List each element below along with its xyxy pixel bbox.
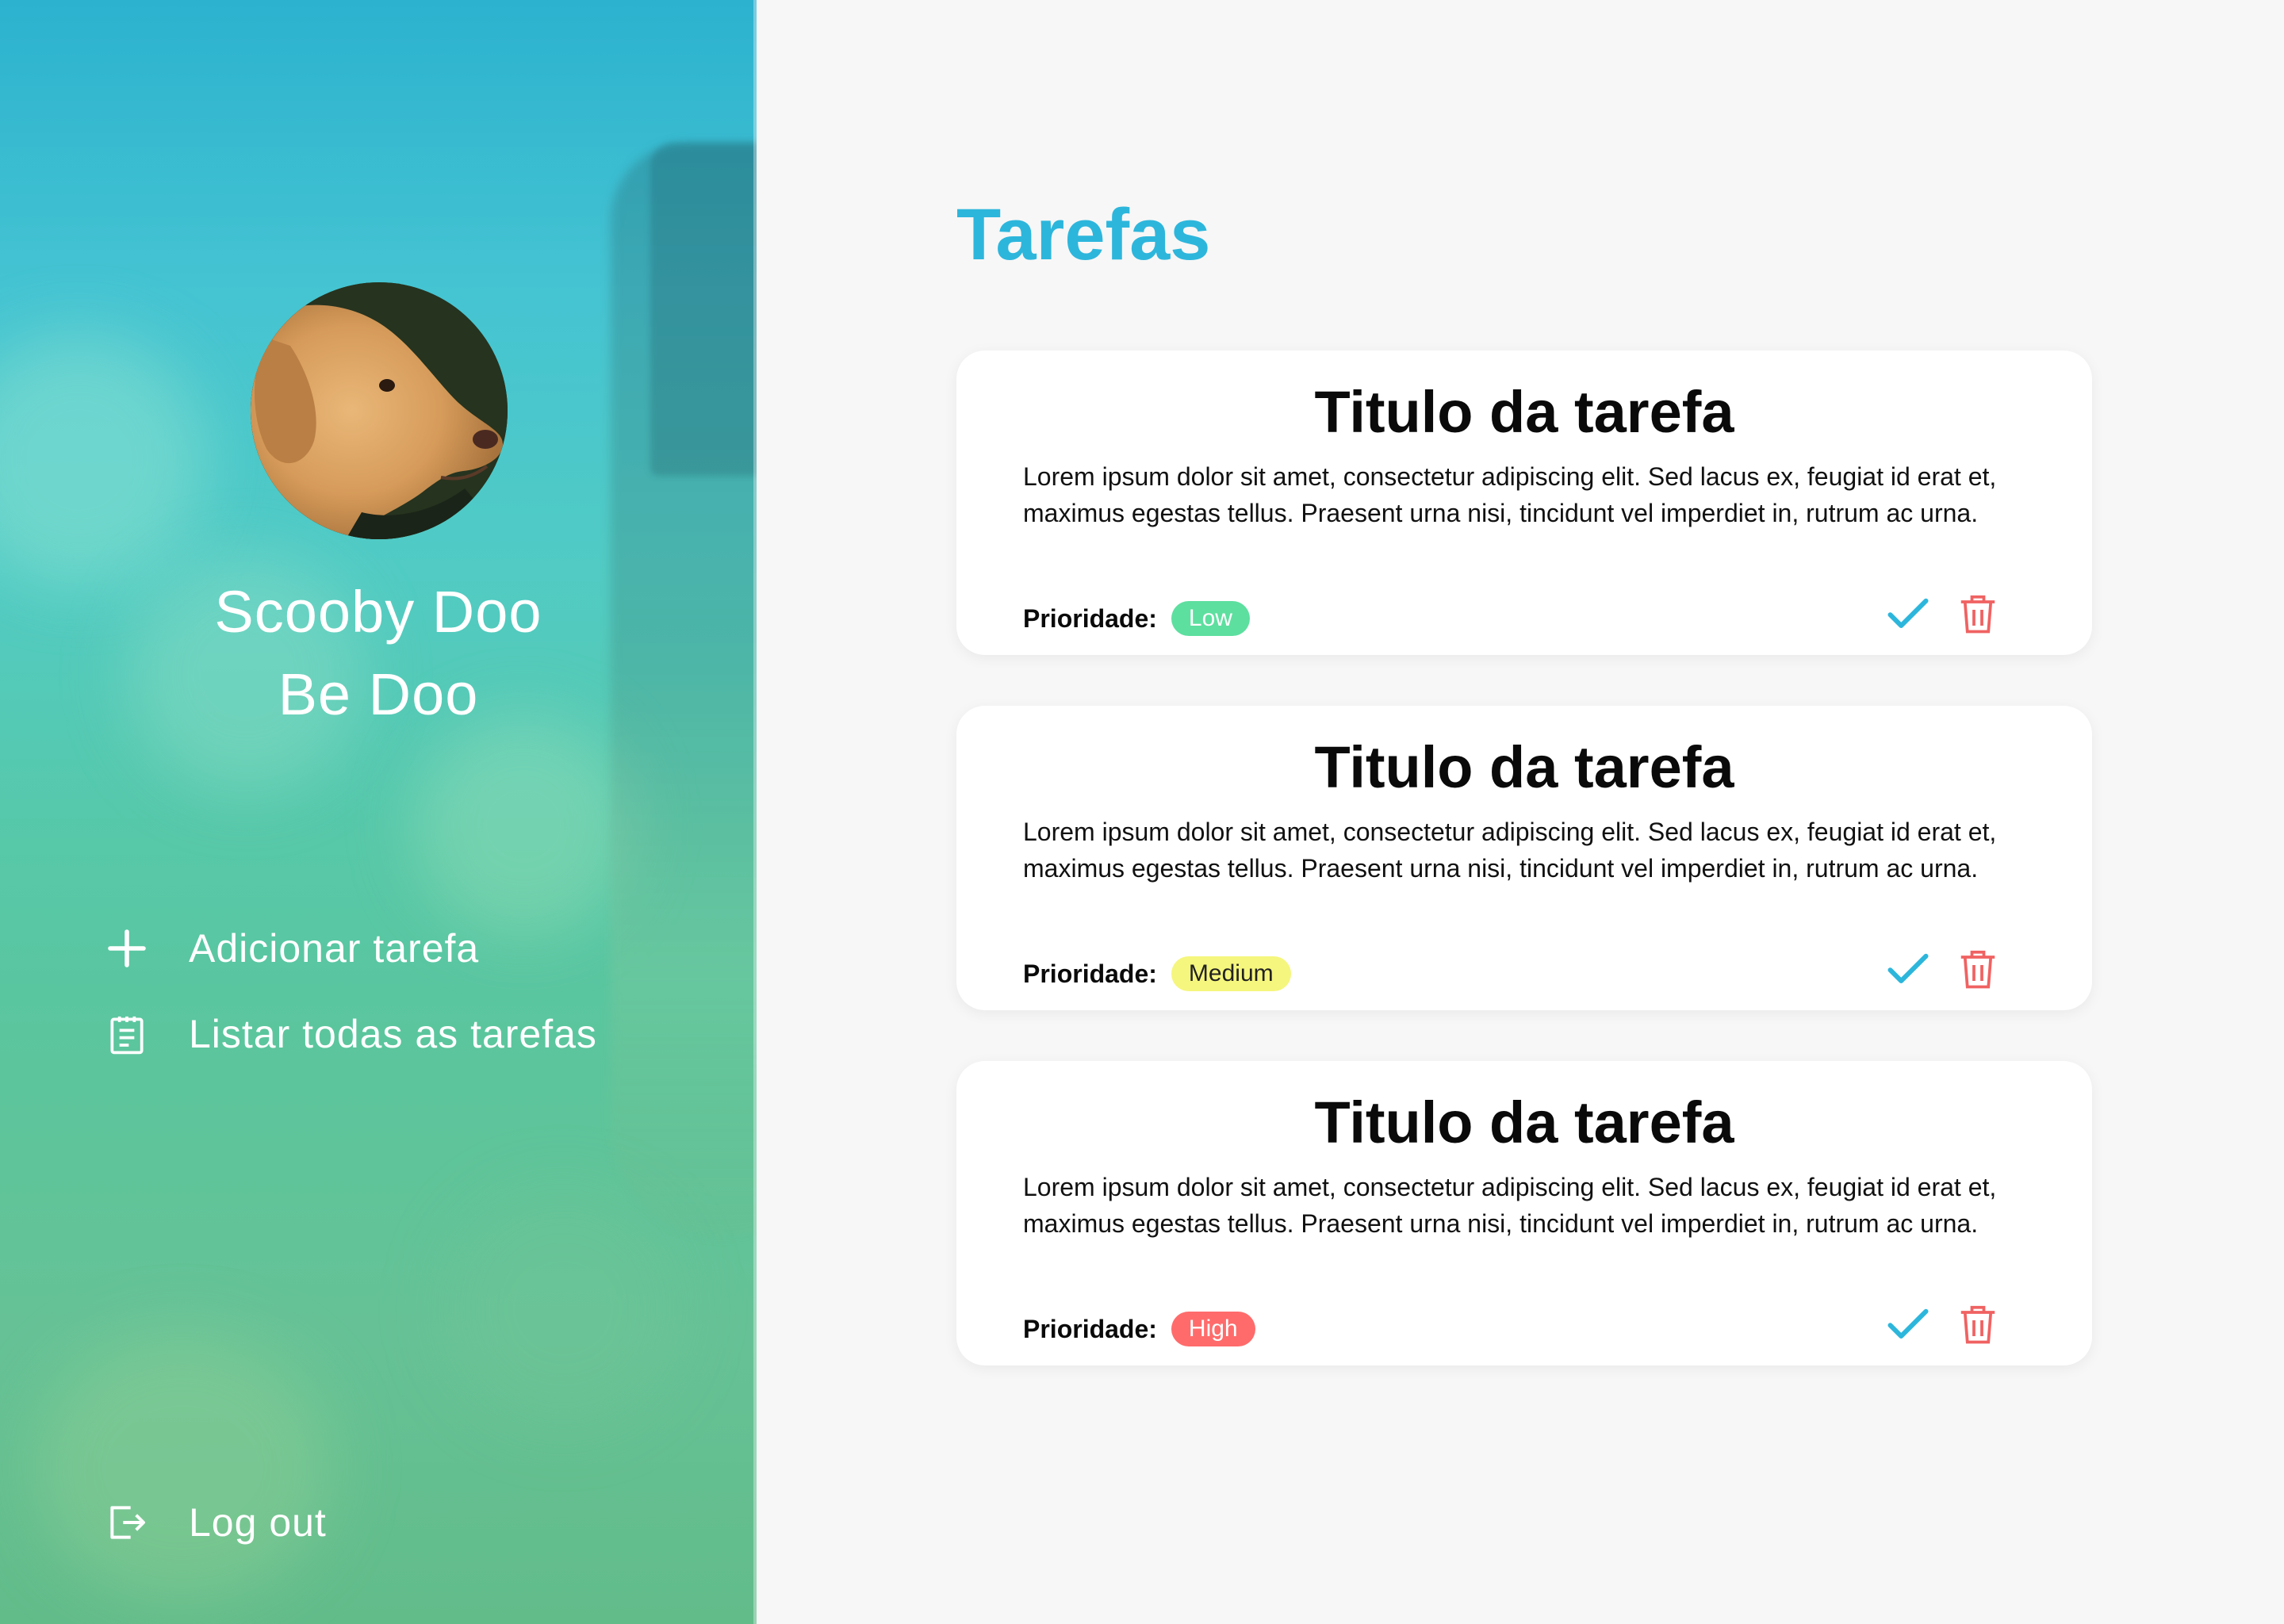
- delete-task-button[interactable]: [1953, 944, 2003, 994]
- main-content: Tarefas Titulo da tarefa Lorem ipsum dol…: [757, 0, 2284, 1624]
- user-name: Scooby Doo Be Doo: [0, 571, 757, 736]
- background-lightbulb-cap: [650, 143, 757, 476]
- trash-icon: [1960, 950, 1995, 989]
- dog-avatar-image: [251, 282, 508, 539]
- task-title: Titulo da tarefa: [1314, 734, 1734, 800]
- priority-badge-high: High: [1171, 1312, 1255, 1346]
- task-priority: Prioridade: Medium: [1023, 950, 1291, 998]
- logout-button[interactable]: Log out: [103, 1491, 327, 1554]
- avatar: [251, 282, 508, 539]
- plus-icon: [103, 925, 151, 972]
- logout-label: Log out: [189, 1500, 327, 1545]
- task-priority: Prioridade: High: [1023, 1305, 1255, 1353]
- background-bokeh: [444, 1189, 682, 1427]
- task-priority: Prioridade: Low: [1023, 595, 1250, 642]
- nav-add-task-label: Adicionar tarefa: [189, 926, 480, 971]
- task-actions: [1883, 1299, 2003, 1350]
- complete-task-button[interactable]: [1883, 944, 1933, 994]
- delete-task-button[interactable]: [1953, 1299, 2003, 1350]
- task-description: Lorem ipsum dolor sit amet, consectetur …: [1023, 818, 1997, 883]
- priority-label: Prioridade:: [1023, 959, 1157, 988]
- user-name-line1: Scooby Doo: [214, 579, 542, 645]
- priority-label: Prioridade:: [1023, 603, 1157, 633]
- task-actions: [1883, 944, 2003, 994]
- sidebar: Scooby Doo Be Doo Adicionar tarefa Lista…: [0, 0, 757, 1624]
- priority-badge-low: Low: [1171, 601, 1250, 636]
- task-description: Lorem ipsum dolor sit amet, consectetur …: [1023, 1173, 1997, 1238]
- task-card: Titulo da tarefa Lorem ipsum dolor sit a…: [956, 1061, 2092, 1365]
- priority-label: Prioridade:: [1023, 1314, 1157, 1343]
- background-bokeh: [412, 714, 634, 936]
- check-icon: [1887, 1308, 1929, 1339]
- priority-badge-medium: Medium: [1171, 956, 1291, 991]
- clipboard-icon: [103, 1010, 151, 1058]
- task-card: Titulo da tarefa Lorem ipsum dolor sit a…: [956, 350, 2092, 655]
- check-icon: [1887, 598, 1929, 628]
- background-bokeh: [32, 1332, 333, 1602]
- trash-icon: [1960, 1305, 1995, 1344]
- delete-task-button[interactable]: [1953, 588, 2003, 639]
- task-title: Titulo da tarefa: [1314, 379, 1734, 445]
- task-description: Lorem ipsum dolor sit amet, consectetur …: [1023, 462, 1997, 527]
- user-name-line2: Be Doo: [278, 661, 479, 727]
- trash-icon: [1960, 595, 1995, 634]
- nav-list-tasks-label: Listar todas as tarefas: [189, 1012, 597, 1056]
- task-card: Titulo da tarefa Lorem ipsum dolor sit a…: [956, 706, 2092, 1010]
- task-actions: [1883, 588, 2003, 639]
- complete-task-button[interactable]: [1883, 1299, 1933, 1350]
- background-bokeh: [0, 333, 206, 587]
- logout-icon: [103, 1499, 151, 1546]
- check-icon: [1887, 953, 1929, 983]
- nav-add-task[interactable]: Adicionar tarefa: [103, 917, 479, 980]
- page-title: Tarefas: [956, 194, 1211, 275]
- complete-task-button[interactable]: [1883, 588, 1933, 639]
- task-title: Titulo da tarefa: [1314, 1090, 1734, 1155]
- nav-list-tasks[interactable]: Listar todas as tarefas: [103, 1002, 597, 1066]
